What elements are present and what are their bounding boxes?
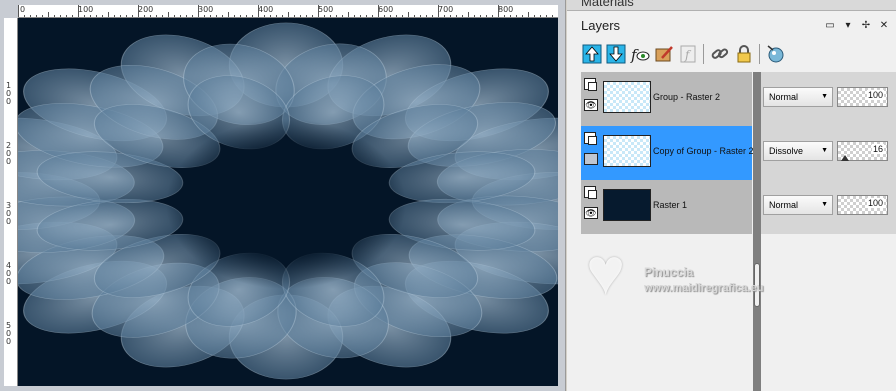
materials-panel-header[interactable]: Materials (567, 0, 896, 11)
layer-properties: Normal ▼ 100 Dissolve ▼ 16 Normal ▼ 100 (761, 72, 896, 234)
chevron-down-icon: ▼ (821, 147, 828, 154)
layer-visibility-group: 👁 (584, 186, 600, 226)
watermark-url: www.maidiregrafica.eu (644, 282, 764, 294)
ruler-horizontal: 0 100 200 300 400 500 600 700 800 (18, 5, 558, 18)
close-icon[interactable]: ✕ (877, 20, 891, 32)
ruler-label: 5 0 0 (6, 321, 12, 346)
image-canvas[interactable] (18, 18, 558, 386)
move-layer-up-icon[interactable] (581, 42, 603, 66)
blend-mode-value: Normal (769, 200, 799, 210)
canvas-workspace: 0 100 200 300 400 500 600 700 800 1 0 0 … (0, 0, 566, 391)
move-layer-down-icon[interactable] (605, 42, 627, 66)
layer-visibility-group (584, 132, 600, 172)
restore-icon[interactable]: ▭ (823, 20, 837, 32)
opacity-handle[interactable] (841, 155, 849, 161)
group-icon[interactable] (584, 78, 597, 91)
layer-styles-icon[interactable] (765, 42, 787, 66)
layers-panel-header: Layers ▭ ▾ ✢ ✕ (567, 12, 896, 40)
ruler-vertical: 1 0 0 2 0 0 3 0 0 4 0 0 5 0 0 (4, 18, 18, 386)
opacity-value: 100 (866, 198, 884, 208)
layer-name: Copy of Group - Raster 2 (653, 146, 754, 156)
edit-layer-icon[interactable] (653, 42, 675, 66)
blend-mode-select[interactable]: Normal ▼ (763, 195, 833, 215)
blend-mode-value: Normal (769, 92, 799, 102)
pin-icon[interactable]: ✢ (859, 20, 873, 32)
mask-icon[interactable]: f (677, 42, 699, 66)
new-layer-icon[interactable]: f (629, 42, 651, 66)
layer-thumbnail (603, 81, 651, 113)
group-icon[interactable] (584, 132, 597, 145)
blend-mode-select[interactable]: Normal ▼ (763, 87, 833, 107)
heart-logo-icon: ♥ (586, 234, 626, 308)
chevron-down-icon: ▼ (821, 201, 828, 208)
chevron-down-icon: ▼ (821, 93, 828, 100)
layer-row[interactable]: 👁 Raster 1 (581, 180, 752, 234)
panel-splitter[interactable] (753, 72, 761, 391)
eye-icon[interactable]: 👁 (584, 99, 598, 111)
eye-icon[interactable]: 👁 (584, 207, 598, 219)
link-icon[interactable] (709, 42, 731, 66)
opacity-slider[interactable]: 16 (837, 141, 888, 161)
layers-title: Layers (581, 18, 621, 33)
watermark: ♥ Pinuccia www.maidiregrafica.eu (586, 238, 816, 318)
layer-row-selected[interactable]: Copy of Group - Raster 2 (581, 126, 754, 180)
layer-props-row: Normal ▼ 100 (761, 72, 896, 126)
opacity-value: 16 (871, 144, 884, 154)
opacity-value: 100 (866, 90, 884, 100)
eye-hidden-icon[interactable] (584, 153, 598, 165)
group-icon[interactable] (584, 186, 597, 199)
blend-mode-value: Dissolve (769, 146, 804, 156)
layers-toolbar: f f (579, 40, 889, 70)
toolbar-divider (759, 44, 760, 64)
flower-artwork (18, 22, 558, 380)
ruler-label: 2 0 0 (6, 141, 12, 166)
opacity-slider[interactable]: 100 (837, 87, 888, 107)
layer-thumbnail (603, 135, 651, 167)
opacity-slider[interactable]: 100 (837, 195, 888, 215)
layer-props-row: Dissolve ▼ 16 (761, 126, 896, 180)
ruler-label: 3 0 0 (6, 201, 12, 226)
ruler-label: 4 0 0 (6, 261, 12, 286)
blend-mode-select[interactable]: Dissolve ▼ (763, 141, 833, 161)
layer-name: Group - Raster 2 (653, 92, 721, 102)
ruler-label: 1 0 0 (6, 81, 12, 106)
materials-title: Materials (581, 0, 634, 9)
layer-list: 👁 Group - Raster 2 Copy of Group - Raste… (581, 72, 754, 234)
ruler-ticks (18, 5, 553, 17)
layer-thumbnail (603, 189, 651, 221)
layer-row[interactable]: 👁 Group - Raster 2 (581, 72, 752, 126)
layer-visibility-group: 👁 (584, 78, 600, 118)
toolbar-divider (703, 44, 704, 64)
layer-name: Raster 1 (653, 200, 688, 210)
layer-props-row: Normal ▼ 100 (761, 180, 896, 234)
side-panels: Materials Layers ▭ ▾ ✢ ✕ f f 👁 Group - R… (567, 0, 896, 391)
dropdown-icon[interactable]: ▾ (841, 20, 855, 32)
watermark-name: Pinuccia (644, 265, 694, 279)
lock-icon[interactable] (733, 42, 755, 66)
